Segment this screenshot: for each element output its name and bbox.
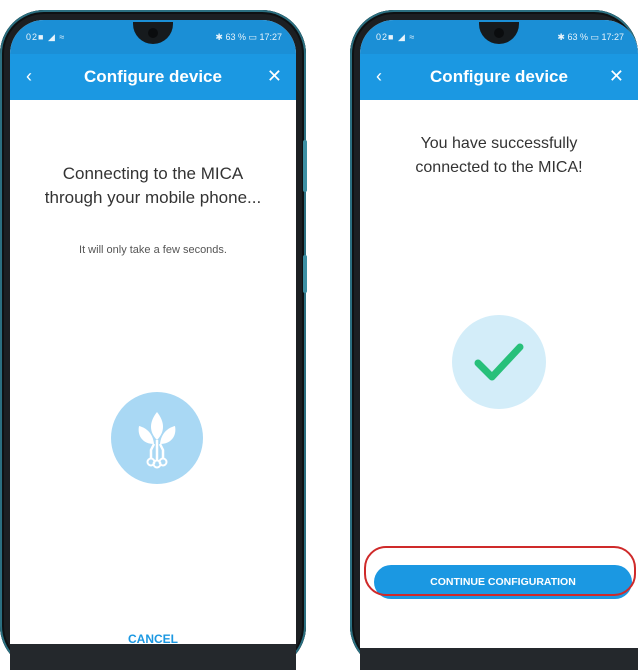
phone-side-button [303,255,307,293]
plant-circuit-svg [138,412,176,469]
camera-notch [479,22,519,44]
status-bar: 02■ ◢ ≈ ✱ 63 % ▭ 17:27 [10,20,296,54]
phone-side-button [303,140,307,192]
highlight-outline [364,546,636,596]
status-left: 02■ ◢ ≈ [26,32,66,42]
app-bar: ‹ Configure device ✕ [360,54,638,100]
status-left: 02■ ◢ ≈ [376,32,416,42]
connecting-message: Connecting to the MICA through your mobi… [24,162,282,210]
message-line: through your mobile phone... [44,188,262,207]
message-line: Connecting to the MICA [62,164,244,183]
status-bar: 02■ ◢ ≈ ✱ 63 % ▭ 17:27 [360,20,638,54]
plant-circuit-icon [111,392,203,484]
close-icon[interactable]: ✕ [609,66,624,87]
checkmark-svg [474,343,524,381]
message-line: connected to the MICA! [415,159,583,176]
screen-connecting: 02■ ◢ ≈ ✱ 63 % ▭ 17:27 ‹ Configure devic… [10,20,296,670]
app-bar: ‹ Configure device ✕ [10,54,296,100]
success-message: You have successfully connected to the M… [374,132,624,180]
close-icon[interactable]: ✕ [267,66,282,87]
status-right: ✱ 63 % ▭ 17:27 [557,32,624,42]
phone-left: 02■ ◢ ≈ ✱ 63 % ▭ 17:27 ‹ Configure devic… [0,10,307,670]
checkmark-icon [452,315,546,409]
connecting-submessage: It will only take a few seconds. [79,244,227,256]
page-title: Configure device [430,67,568,86]
page-title: Configure device [84,67,222,86]
status-right: ✱ 63 % ▭ 17:27 [215,32,282,42]
phone-bottom-bezel [360,648,638,670]
phone-bottom-bezel [10,644,296,670]
message-line: You have successfully [420,135,578,152]
camera-notch [133,22,173,44]
